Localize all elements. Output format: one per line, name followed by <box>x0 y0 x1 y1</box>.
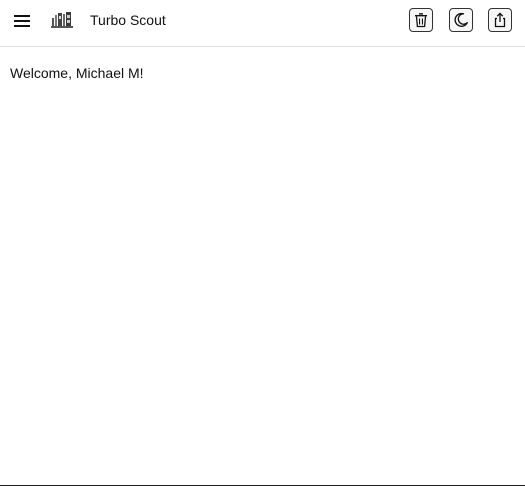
app-logo-icon <box>51 10 73 30</box>
clear-data-button[interactable] <box>409 8 433 32</box>
trash-icon <box>413 12 429 28</box>
app-window: Turbo Scout Welcome, Michael M! <box>0 0 525 486</box>
hamburger-menu-icon[interactable] <box>11 10 33 32</box>
app-header: Turbo Scout <box>0 0 525 47</box>
dark-mode-toggle[interactable] <box>449 8 473 32</box>
share-icon <box>492 12 508 28</box>
welcome-message: Welcome, Michael M! <box>10 65 144 81</box>
moon-icon <box>453 12 469 28</box>
share-button[interactable] <box>488 8 512 32</box>
app-title: Turbo Scout <box>90 12 166 28</box>
